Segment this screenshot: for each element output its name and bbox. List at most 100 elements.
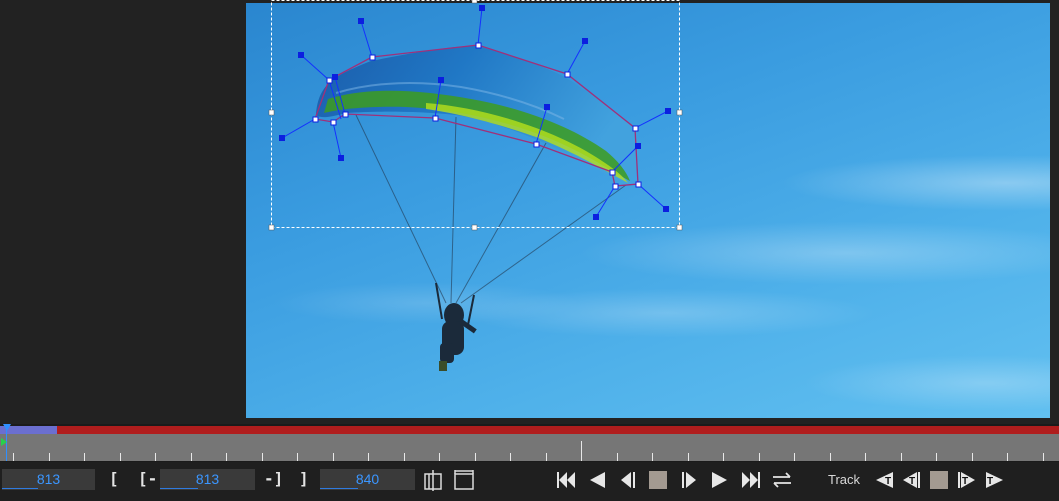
playback-controls: 813 [ [- 813 -] ] 840 Track T T T T xyxy=(0,462,1059,501)
stop-icon[interactable] xyxy=(646,468,670,492)
ruler-tick xyxy=(368,453,369,461)
svg-text:T: T xyxy=(962,476,968,487)
set-in-bracket-button[interactable]: [ xyxy=(109,468,119,490)
set-out-bracket-button[interactable]: ] xyxy=(299,468,309,490)
track-stop-icon[interactable] xyxy=(927,468,951,492)
ruler-tick xyxy=(617,453,618,461)
timeline-ruler[interactable] xyxy=(0,434,1059,461)
ruler-tick xyxy=(581,441,582,461)
ruler-tick xyxy=(510,453,511,461)
skip-to-start-icon[interactable] xyxy=(554,468,578,492)
track-backward-icon[interactable]: T xyxy=(872,468,896,492)
ruler-tick xyxy=(936,453,937,461)
track-step-backward-icon[interactable]: T xyxy=(899,468,923,492)
cache-range-bar xyxy=(0,426,1059,434)
tangent-handle[interactable] xyxy=(582,38,588,44)
ruler-tick xyxy=(226,453,227,461)
ruler-tick xyxy=(84,453,85,461)
in-point-value: 813 xyxy=(195,471,220,487)
ruler-tick xyxy=(333,453,334,461)
svg-text:T: T xyxy=(885,476,891,487)
out-point-field[interactable]: 840 xyxy=(320,469,415,490)
spline-point[interactable] xyxy=(632,125,639,132)
tangent-handle[interactable] xyxy=(665,108,671,114)
viewer-panel xyxy=(0,0,1059,424)
out-point-value: 840 xyxy=(355,471,380,487)
step-backward-icon[interactable] xyxy=(615,468,639,492)
spline-point[interactable] xyxy=(369,54,376,61)
go-to-out-button[interactable]: -] xyxy=(264,468,283,490)
tangent-handle[interactable] xyxy=(663,206,669,212)
skip-to-end-icon[interactable] xyxy=(739,468,763,492)
svg-text:T: T xyxy=(987,476,993,487)
track-step-forward-icon[interactable]: T xyxy=(955,468,979,492)
track-forward-icon[interactable]: T xyxy=(983,468,1007,492)
ruler-tick xyxy=(439,453,440,461)
tangent-handle[interactable] xyxy=(338,155,344,161)
spline-point[interactable] xyxy=(475,42,482,49)
spline-point[interactable] xyxy=(533,141,540,148)
tangent-handle[interactable] xyxy=(479,5,485,11)
ruler-tick xyxy=(546,453,547,461)
ruler-tick xyxy=(262,453,263,461)
bbox-handle-left[interactable] xyxy=(268,109,275,116)
clip-in-icon[interactable] xyxy=(421,468,445,492)
bbox-handle-top[interactable] xyxy=(471,0,478,4)
play-forward-icon[interactable] xyxy=(708,468,732,492)
spline-point[interactable] xyxy=(312,116,319,123)
step-forward-icon[interactable] xyxy=(678,468,702,492)
tangent-handle[interactable] xyxy=(438,77,444,83)
spline-point[interactable] xyxy=(432,115,439,122)
spline-point[interactable] xyxy=(330,119,337,126)
ruler-tick xyxy=(759,453,760,461)
spline-point[interactable] xyxy=(326,77,333,84)
ruler-tick xyxy=(723,453,724,461)
spline-point[interactable] xyxy=(612,183,619,190)
tangent-handle[interactable] xyxy=(593,214,599,220)
bbox-handle-right[interactable] xyxy=(676,109,683,116)
bbox-handle-bottom-left[interactable] xyxy=(268,224,275,231)
current-frame-field[interactable]: 813 xyxy=(2,469,95,490)
loop-icon[interactable] xyxy=(770,468,794,492)
spline-point[interactable] xyxy=(609,169,616,176)
ruler-tick xyxy=(688,453,689,461)
ruler-tick xyxy=(830,453,831,461)
keyframe-marker-icon xyxy=(1,438,7,446)
go-to-in-button[interactable]: [- xyxy=(138,468,157,490)
ruler-tick xyxy=(794,453,795,461)
ruler-tick xyxy=(972,453,973,461)
playhead[interactable] xyxy=(1,424,11,461)
tangent-handle[interactable] xyxy=(279,135,285,141)
timeline[interactable] xyxy=(0,424,1059,462)
ruler-tick xyxy=(1043,453,1044,461)
tangent-handle[interactable] xyxy=(635,143,641,149)
tangent-handle[interactable] xyxy=(332,74,338,80)
ruler-tick xyxy=(1007,453,1008,461)
ruler-tick xyxy=(865,453,866,461)
tangent-handle[interactable] xyxy=(358,18,364,24)
tangent-handle[interactable] xyxy=(544,104,550,110)
ruler-tick xyxy=(191,453,192,461)
bbox-handle-bottom[interactable] xyxy=(471,224,478,231)
current-frame-value: 813 xyxy=(36,471,61,487)
ruler-tick xyxy=(652,453,653,461)
ruler-tick xyxy=(120,453,121,461)
play-backward-icon[interactable] xyxy=(585,468,609,492)
clip-range-icon[interactable] xyxy=(452,468,476,492)
in-point-field[interactable]: 813 xyxy=(160,469,255,490)
spline-point[interactable] xyxy=(564,71,571,78)
ruler-tick xyxy=(297,453,298,461)
bbox-handle-bottom-right[interactable] xyxy=(676,224,683,231)
svg-text:T: T xyxy=(909,476,915,487)
playhead-marker-icon[interactable] xyxy=(3,424,11,431)
ruler-tick xyxy=(13,453,14,461)
tangent-handle[interactable] xyxy=(298,52,304,58)
spline-point[interactable] xyxy=(342,111,349,118)
ruler-tick xyxy=(155,453,156,461)
track-label: Track xyxy=(828,472,861,487)
ruler-tick xyxy=(49,453,50,461)
ruler-tick xyxy=(475,453,476,461)
spline-point[interactable] xyxy=(635,181,642,188)
ruler-tick xyxy=(901,453,902,461)
ruler-tick xyxy=(404,453,405,461)
